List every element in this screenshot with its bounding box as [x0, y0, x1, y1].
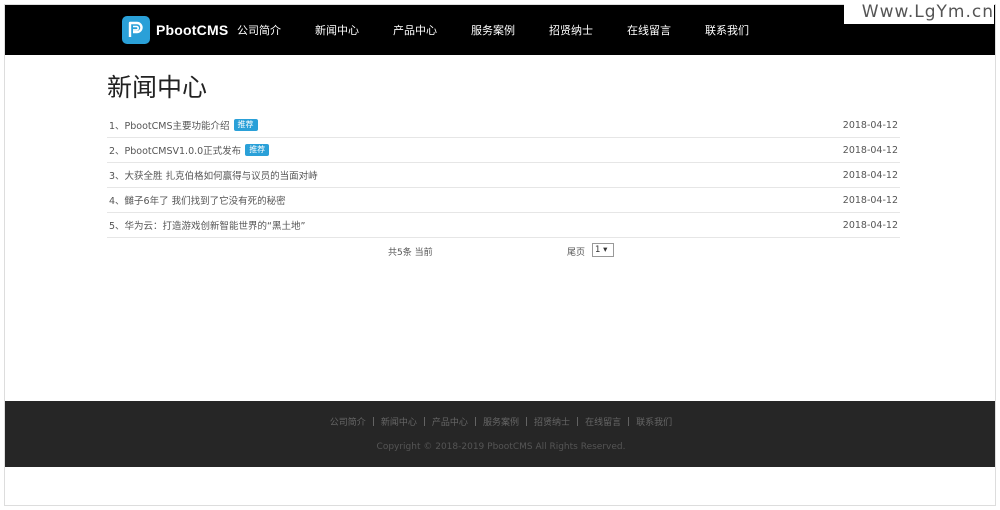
nav-item-jobs[interactable]: 招贤纳士: [549, 22, 593, 38]
footer-separator: |: [473, 416, 477, 427]
footer-separator: |: [627, 416, 631, 427]
list-item: 3、大获全胜 扎克伯格如何赢得与议员的当面对峙 2018-04-12: [107, 163, 900, 188]
news-date: 2018-04-12: [842, 119, 898, 131]
p-logo-icon: [122, 16, 150, 44]
news-link[interactable]: 1、PbootCMS主要功能介绍: [109, 118, 230, 132]
news-link[interactable]: 2、PbootCMSV1.0.0正式发布: [109, 143, 241, 157]
main-nav: 公司简介 新闻中心 产品中心 服务案例 招贤纳士 在线留言 联系我们: [237, 5, 783, 55]
page-select[interactable]: 1 ▾: [592, 243, 614, 257]
recommend-badge: 推荐: [233, 119, 258, 131]
footer-separator: |: [371, 416, 375, 427]
pager-total: 共5条 当前: [388, 248, 433, 258]
nav-item-products[interactable]: 产品中心: [393, 22, 437, 38]
footer-link-cases[interactable]: 服务案例: [483, 415, 519, 428]
nav-item-message[interactable]: 在线留言: [627, 22, 671, 38]
pager-last-link[interactable]: 尾页: [567, 245, 585, 258]
news-date: 2018-04-12: [842, 194, 898, 206]
news-date: 2018-04-12: [842, 144, 898, 156]
browser-page: PbootCMS 公司简介 新闻中心 产品中心 服务案例 招贤纳士 在线留言 联…: [4, 4, 996, 506]
footer-link-news[interactable]: 新闻中心: [381, 415, 417, 428]
nav-item-about[interactable]: 公司简介: [237, 22, 281, 38]
footer-link-products[interactable]: 产品中心: [432, 415, 468, 428]
page-title: 新闻中心: [107, 73, 208, 102]
recommend-badge: 推荐: [245, 144, 270, 156]
list-item: 2、PbootCMSV1.0.0正式发布 推荐 2018-04-12: [107, 138, 900, 163]
news-link[interactable]: 5、华为云：打造游戏创新智能世界的“黑土地”: [109, 218, 305, 232]
news-link[interactable]: 3、大获全胜 扎克伯格如何赢得与议员的当面对峙: [109, 168, 318, 182]
brand-name: PbootCMS: [156, 22, 229, 38]
site-watermark: Www.LgYm.cn: [844, 0, 994, 24]
news-date: 2018-04-12: [842, 169, 898, 181]
footer-separator: |: [422, 416, 426, 427]
pagination: 共5条 当前 尾页 1 ▾: [107, 241, 900, 261]
footer: 公司简介 | 新闻中心 | 产品中心 | 服务案例 | 招贤纳士 | 在线留言 …: [5, 401, 995, 467]
footer-link-message[interactable]: 在线留言: [585, 415, 621, 428]
brand[interactable]: PbootCMS: [122, 16, 228, 44]
list-item: 5、华为云：打造游戏创新智能世界的“黑土地” 2018-04-12: [107, 213, 900, 238]
footer-link-about[interactable]: 公司简介: [330, 415, 366, 428]
footer-separator: |: [576, 416, 580, 427]
nav-item-cases[interactable]: 服务案例: [471, 22, 515, 38]
news-link[interactable]: 4、雠子6年了 我们找到了它没有死的秘密: [109, 193, 286, 207]
list-item: 4、雠子6年了 我们找到了它没有死的秘密 2018-04-12: [107, 188, 900, 213]
news-date: 2018-04-12: [842, 219, 898, 231]
news-list: 1、PbootCMS主要功能介绍 推荐 2018-04-12 2、PbootCM…: [107, 113, 900, 238]
footer-link-contact[interactable]: 联系我们: [636, 415, 672, 428]
copyright: Copyright © 2018-2019 PbootCMS All Right…: [376, 442, 626, 452]
footer-links: 公司简介 | 新闻中心 | 产品中心 | 服务案例 | 招贤纳士 | 在线留言 …: [5, 415, 995, 429]
footer-link-jobs[interactable]: 招贤纳士: [534, 415, 570, 428]
nav-item-news[interactable]: 新闻中心: [315, 22, 359, 38]
nav-item-contact[interactable]: 联系我们: [705, 22, 749, 38]
list-item: 1、PbootCMS主要功能介绍 推荐 2018-04-12: [107, 113, 900, 138]
footer-separator: |: [525, 416, 529, 427]
main-content: 新闻中心 1、PbootCMS主要功能介绍 推荐 2018-04-12 2、Pb…: [107, 67, 900, 258]
